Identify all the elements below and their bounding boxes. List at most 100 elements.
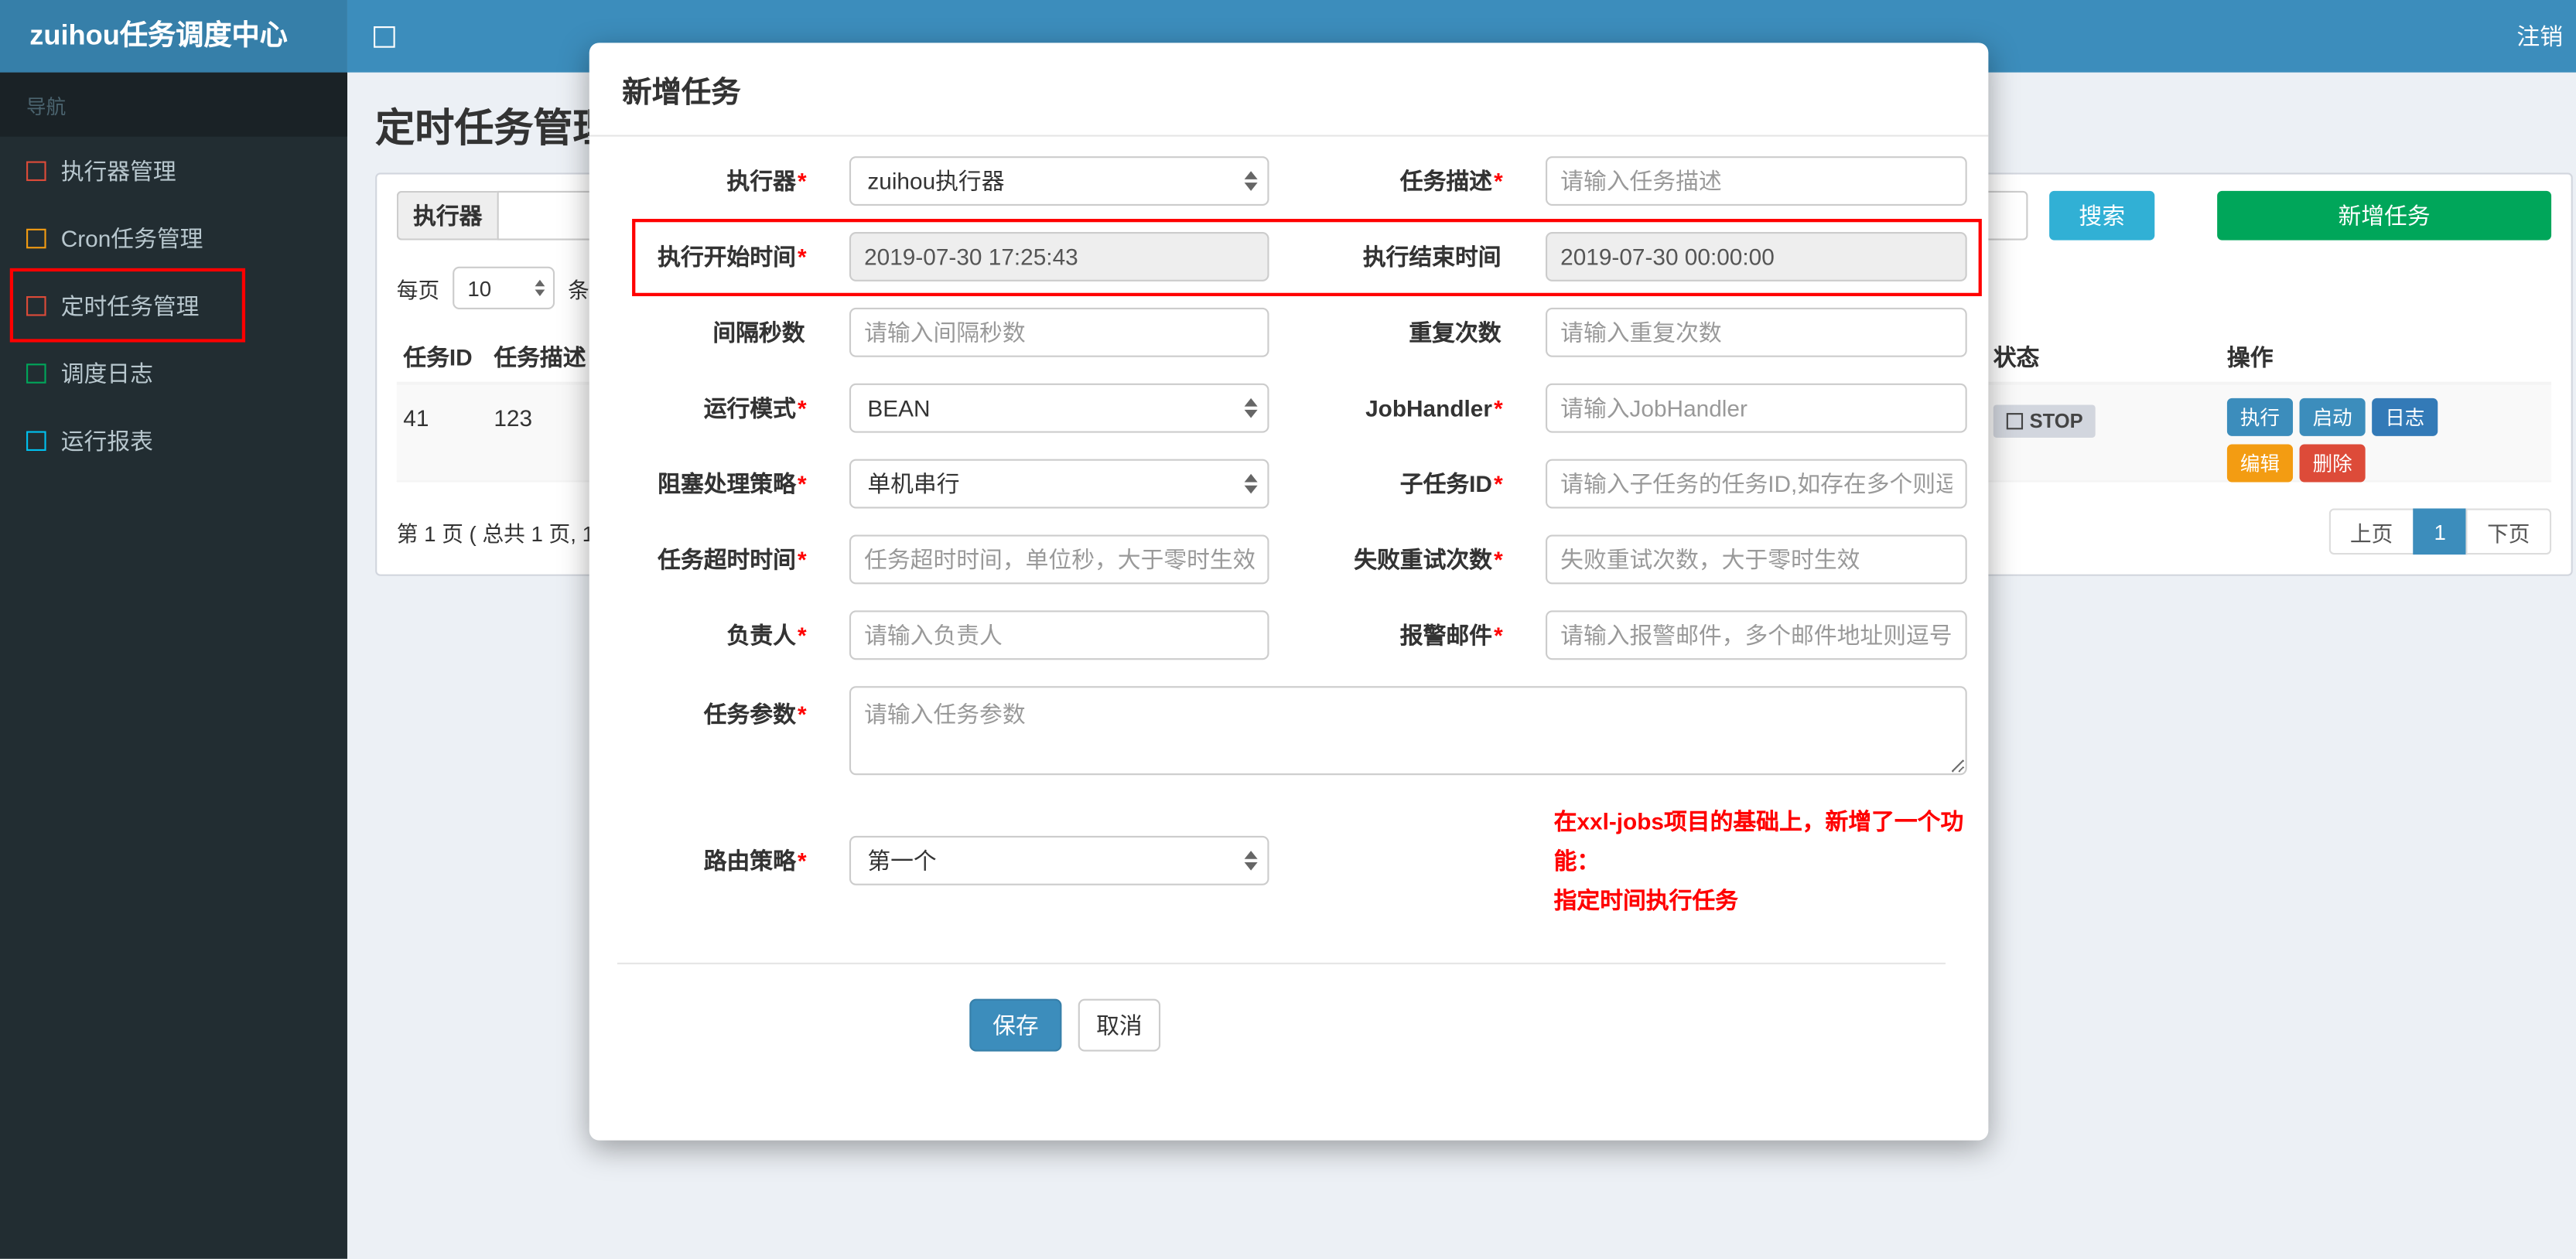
required-asterisk: * [798, 470, 807, 497]
end-time-input[interactable] [1546, 232, 1967, 281]
status-text: STOP [2029, 409, 2083, 433]
per-page-value: 10 [467, 275, 492, 301]
label-text: 间隔秒数 [712, 319, 805, 346]
label-text: 失败重试次数 [1354, 546, 1492, 573]
label-text: 任务参数 [703, 701, 796, 728]
executor-filter-label: 执行器 [396, 190, 497, 241]
block-strategy-select-value: 单机串行 [867, 470, 960, 497]
start-time-input[interactable] [849, 232, 1269, 281]
timeout-label: 任务超时时间 * [589, 543, 807, 576]
sidebar-section-label: 导航 [0, 72, 347, 137]
sidebar-item-label: Cron任务管理 [60, 224, 203, 251]
required-asterisk: * [798, 701, 807, 728]
route-strategy-select[interactable]: 第一个 [849, 835, 1269, 885]
cell-task-desc: 123 [494, 404, 533, 432]
required-asterisk: * [1494, 622, 1503, 649]
label-text: 路由策略 [703, 847, 796, 874]
delete-button[interactable]: 删除 [2299, 444, 2366, 483]
alarm-email-input[interactable] [1546, 610, 1967, 660]
brand-logo[interactable]: zuihou任务调度中心 [0, 0, 347, 73]
col-header-status: 状态 [1993, 343, 2040, 370]
required-asterisk: * [798, 847, 807, 874]
form-row: 运行模式 * BEAN JobHandler * [589, 383, 1967, 433]
label-text: 任务描述 [1399, 168, 1492, 195]
modal-header: 新增任务 [589, 43, 1989, 137]
screen: zuihou任务调度中心 注销 导航 执行器管理 Cron任务管理 定时任务管理 [0, 0, 2576, 1259]
add-task-button[interactable]: 新增任务 [2217, 190, 2552, 241]
save-button[interactable]: 保存 [969, 998, 1062, 1052]
modal-footer: 保存 取消 [969, 998, 1966, 1052]
feature-note-line1: 在xxl-jobs项目的基础上，新增了一个功能： [1553, 807, 1964, 874]
label-text: 任务超时时间 [658, 546, 796, 573]
col-header-task-desc: 任务描述 [494, 343, 586, 370]
executor-label: 执行器 * [589, 165, 807, 198]
task-params-textarea[interactable] [849, 686, 1967, 776]
required-asterisk: * [798, 546, 807, 573]
block-strategy-label: 阻塞处理策略 * [589, 467, 807, 500]
child-task-id-input[interactable] [1546, 459, 1967, 509]
label-text: 报警邮件 [1399, 622, 1492, 649]
task-desc-input[interactable] [1546, 156, 1967, 206]
interval-seconds-input[interactable] [849, 307, 1269, 357]
pagination: 上页 1 下页 [2328, 508, 2552, 555]
sidebar-item-label: 定时任务管理 [60, 292, 200, 319]
jobhandler-input[interactable] [1546, 383, 1967, 433]
page-1-button[interactable]: 1 [2412, 508, 2468, 555]
select-arrows-icon [1244, 171, 1258, 191]
label-text: JobHandler [1365, 394, 1492, 421]
sidebar-item-run-report[interactable]: 运行报表 [0, 407, 347, 474]
status-badge: STOP [1993, 404, 2096, 438]
run-mode-label: 运行模式 * [589, 391, 807, 425]
sidebar-item-executor-management[interactable]: 执行器管理 [0, 137, 347, 204]
square-icon [26, 160, 46, 180]
label-text: 重复次数 [1409, 319, 1502, 346]
edit-button[interactable]: 编辑 [2226, 444, 2294, 483]
required-asterisk: * [798, 622, 807, 649]
sidebar-item-cron-task-management[interactable]: Cron任务管理 [0, 204, 347, 271]
form-row-params: 任务参数 * [589, 686, 1967, 776]
label-text: 执行器 [726, 168, 796, 195]
pagination-summary: 第 1 页 ( 总共 1 页, 1 [396, 520, 594, 546]
start-time-label: 执行开始时间 * [589, 241, 806, 274]
owner-label: 负责人 * [589, 619, 807, 652]
prev-page-button[interactable]: 上页 [2328, 508, 2414, 555]
repeat-count-input[interactable] [1546, 307, 1967, 357]
col-header-actions: 操作 [2226, 343, 2274, 370]
alarm-email-label: 报警邮件 * [1269, 619, 1503, 652]
next-page-button[interactable]: 下页 [2465, 508, 2552, 555]
block-strategy-select[interactable]: 单机串行 [849, 459, 1269, 509]
form-row: 任务超时时间* 失败重试次数 * [589, 534, 1967, 585]
select-arrows-icon [1244, 397, 1258, 418]
timeout-input[interactable] [849, 534, 1269, 585]
logout-link[interactable]: 注销 [2516, 0, 2563, 73]
form-row: 间隔秒数 重复次数 [589, 307, 1967, 357]
per-page-select[interactable]: 10 [453, 266, 555, 310]
label-text: 负责人 [726, 622, 796, 649]
owner-input[interactable] [849, 610, 1269, 660]
run-mode-select[interactable]: BEAN [849, 383, 1269, 433]
per-page-label: 每页 [396, 277, 440, 302]
sidebar-item-dispatch-log[interactable]: 调度日志 [0, 339, 347, 406]
route-strategy-label: 路由策略 * [589, 844, 807, 878]
executor-select[interactable]: zuihou执行器 [849, 156, 1269, 206]
square-icon [26, 430, 46, 450]
sidebar-toggle[interactable] [374, 0, 395, 73]
search-button[interactable]: 搜索 [2049, 190, 2155, 241]
cancel-button[interactable]: 取消 [1078, 998, 1161, 1052]
label-text: 执行开始时间 [658, 243, 796, 270]
jobhandler-label: JobHandler * [1269, 395, 1503, 421]
modal-title: 新增任务 [622, 75, 741, 109]
child-task-id-label: 子任务ID * [1269, 467, 1503, 500]
form-row: 负责人* 报警邮件* [589, 610, 1967, 660]
start-button[interactable]: 启动 [2299, 397, 2366, 436]
form-row: 阻塞处理策略 * 单机串行 子任务ID * [589, 459, 1967, 509]
sidebar-item-scheduled-task-management[interactable]: 定时任务管理 [0, 271, 347, 339]
run-button[interactable]: 执行 [2226, 397, 2294, 436]
row-actions: 执行 启动 日志 编辑 删除 [2226, 397, 2451, 490]
log-button[interactable]: 日志 [2372, 397, 2438, 436]
sidebar-menu: 执行器管理 Cron任务管理 定时任务管理 调度日志 运行报表 [0, 137, 347, 474]
retry-count-input[interactable] [1546, 534, 1967, 585]
form-row-route: 路由策略 * 第一个 在xxl-jobs项目的基础上，新增了一个功能： 指定时间执… [589, 801, 1967, 920]
stop-square-icon [2006, 413, 2024, 430]
select-arrows-icon [1244, 851, 1258, 871]
